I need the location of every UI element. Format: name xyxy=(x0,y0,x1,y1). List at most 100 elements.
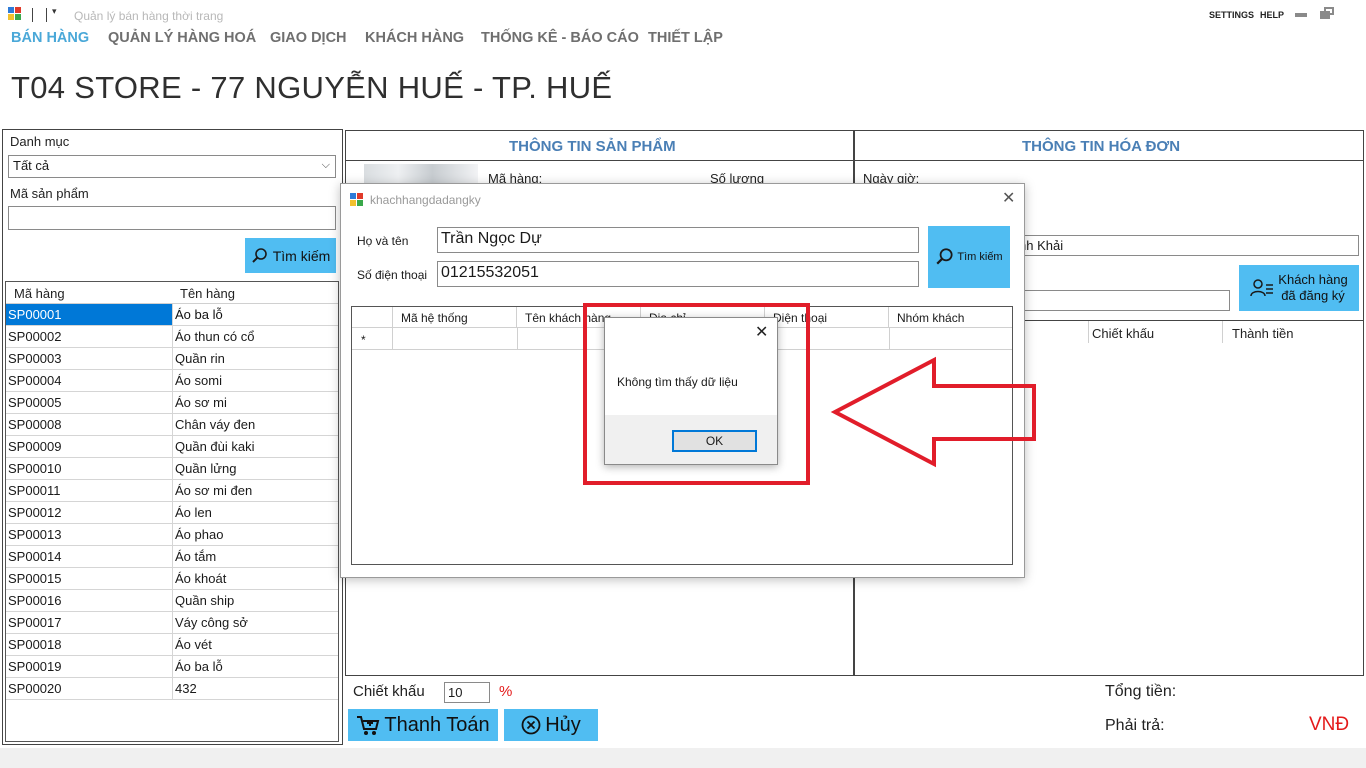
toolbar-separator xyxy=(46,8,47,22)
category-select[interactable]: Tất cả ⌵ xyxy=(8,155,336,178)
cell-product-name: Áo somi xyxy=(175,373,222,388)
table-row[interactable]: SP00019 Áo ba lỗ xyxy=(6,656,338,678)
restore-icon[interactable] xyxy=(1320,7,1334,19)
menu-khach-hang[interactable]: KHÁCH HÀNG xyxy=(365,30,464,46)
table-row[interactable]: SP00009 Quần đùi kaki xyxy=(6,436,338,458)
cell-product-code: SP00018 xyxy=(8,637,62,652)
product-code-input[interactable] xyxy=(8,206,336,230)
percent-sign: % xyxy=(499,683,513,700)
annotation-arrow-icon xyxy=(830,356,1036,468)
chevron-down-icon: ⌵ xyxy=(321,159,330,171)
table-row[interactable]: SP00011 Áo sơ mi đen xyxy=(6,480,338,502)
column-divider xyxy=(172,590,173,612)
column-divider xyxy=(172,524,173,546)
table-body: SP00001 Áo ba lỗ SP00002 Áo thun có cổ SP000… xyxy=(6,304,338,700)
customer-search-label: Tìm kiếm xyxy=(957,251,1003,263)
column-divider xyxy=(172,656,173,678)
column-divider xyxy=(1088,321,1089,343)
menu-ban-hang[interactable]: BÁN HÀNG xyxy=(11,30,89,46)
cell-product-code: SP00017 xyxy=(8,615,62,630)
cell-product-code: SP00009 xyxy=(8,439,62,454)
invoice-note-field[interactable] xyxy=(1014,290,1230,311)
column-header-code[interactable]: Mã hàng xyxy=(14,286,65,301)
cell-product-name: Áo vét xyxy=(175,637,212,652)
dialog-title: khachhangdadangky xyxy=(370,193,481,207)
quick-access-dropdown-icon[interactable]: ▾ xyxy=(52,6,57,17)
invoice-title: THÔNG TIN HÓA ĐƠN xyxy=(1022,138,1181,155)
customer-search-button[interactable]: Tìm kiếm xyxy=(928,226,1010,288)
cell-product-code: SP00001 xyxy=(8,307,62,322)
menu-thiet-lap[interactable]: THIẾT LẬP xyxy=(648,30,723,46)
column-header-customer-group[interactable]: Nhóm khách xyxy=(889,307,1012,328)
cell-product-name: Áo tắm xyxy=(175,549,217,564)
menu-quan-ly-hang-hoa[interactable]: QUẢN LÝ HÀNG HOÁ xyxy=(108,30,256,46)
window-title: Quản lý bán hàng thời trang xyxy=(74,9,224,23)
dialog-close-icon[interactable]: ✕ xyxy=(1002,188,1015,208)
table-row[interactable]: SP00010 Quần lửng xyxy=(6,458,338,480)
column-header-name[interactable]: Tên hàng xyxy=(180,286,235,301)
column-divider xyxy=(172,546,173,568)
cell-product-code: SP00014 xyxy=(8,549,62,564)
message-box-close-icon[interactable]: ✕ xyxy=(755,322,768,342)
customer-name-field[interactable]: nh Khải xyxy=(1014,235,1359,256)
table-row[interactable]: SP00015 Áo khoát xyxy=(6,568,338,590)
cell-product-name: Quần lửng xyxy=(175,461,237,476)
phone-input[interactable]: 01215532051 xyxy=(437,261,919,287)
minimize-icon[interactable] xyxy=(1295,13,1307,17)
product-search-panel: Danh mục Tất cả ⌵ Mã sản phẩm Tìm kiếm M… xyxy=(2,129,343,745)
total-label: Tổng tiền: xyxy=(1105,683,1177,700)
table-row[interactable]: SP00005 Áo sơ mi xyxy=(6,392,338,414)
cell-product-code: SP00012 xyxy=(8,505,62,520)
column-divider xyxy=(172,612,173,634)
name-label: Họ và tên xyxy=(357,234,409,248)
table-row[interactable]: SP00003 Quần rin xyxy=(6,348,338,370)
customer-name-input[interactable]: Trần Ngọc Dự xyxy=(437,227,919,253)
table-row[interactable]: SP00018 Áo vét xyxy=(6,634,338,656)
table-row[interactable]: SP00012 Áo len xyxy=(6,502,338,524)
category-value: Tất cả xyxy=(13,158,50,173)
cell-product-name: Chân váy đen xyxy=(175,417,256,432)
product-search-button[interactable]: Tìm kiếm xyxy=(245,238,336,273)
cell-product-name: Áo phao xyxy=(175,527,224,542)
column-divider xyxy=(172,634,173,656)
column-header-system-id[interactable]: Mã hệ thống xyxy=(393,307,517,328)
menu-thong-ke-bao-cao[interactable]: THỐNG KÊ - BÁO CÁO xyxy=(481,30,639,46)
column-divider xyxy=(172,436,173,458)
cell-product-name: Áo sơ mi đen xyxy=(175,483,253,498)
dialog-app-icon xyxy=(350,193,364,207)
table-header: Mã hàng Tên hàng xyxy=(6,282,338,304)
table-row[interactable]: SP00020 432 xyxy=(6,678,338,700)
registered-customer-button[interactable]: Khách hàng đã đăng ký xyxy=(1239,265,1359,311)
table-row[interactable]: SP00008 Chân váy đen xyxy=(6,414,338,436)
discount-input[interactable]: 10 xyxy=(444,682,490,703)
cell-product-name: Áo ba lỗ xyxy=(175,659,223,674)
column-divider xyxy=(172,480,173,502)
table-row[interactable]: SP00016 Quần ship xyxy=(6,590,338,612)
table-row[interactable]: SP00002 Áo thun có cổ xyxy=(6,326,338,348)
cell-product-code: SP00013 xyxy=(8,527,62,542)
column-header-discount[interactable]: Chiết khấu xyxy=(1092,326,1154,341)
column-divider xyxy=(172,348,173,370)
product-search-label: Tìm kiếm xyxy=(272,247,331,264)
table-row[interactable]: SP00017 Váy công sở xyxy=(6,612,338,634)
payable-label: Phải trả: xyxy=(1105,717,1165,734)
ok-button[interactable]: OK xyxy=(672,430,757,452)
cell-product-code: SP00002 xyxy=(8,329,62,344)
column-divider xyxy=(1222,321,1223,343)
menu-giao-dich[interactable]: GIAO DỊCH xyxy=(270,30,347,46)
table-row[interactable]: SP00004 Áo somi xyxy=(6,370,338,392)
registered-customer-label-2: đã đăng ký xyxy=(1281,288,1345,303)
settings-link[interactable]: SETTINGS xyxy=(1209,10,1254,20)
column-divider xyxy=(172,568,173,590)
table-row[interactable]: SP00014 Áo tắm xyxy=(6,546,338,568)
discount-label: Chiết khấu xyxy=(353,683,425,700)
row-header-corner xyxy=(352,307,393,328)
pay-button[interactable]: Thanh Toán xyxy=(348,709,498,741)
table-row[interactable]: SP00013 Áo phao xyxy=(6,524,338,546)
cancel-button[interactable]: Hủy xyxy=(504,709,598,741)
column-header-amount[interactable]: Thành tiền xyxy=(1232,326,1293,341)
currency-label: VNĐ xyxy=(1309,714,1350,735)
table-row[interactable]: SP00001 Áo ba lỗ xyxy=(6,304,338,326)
cancel-button-label: Hủy xyxy=(545,713,581,736)
help-link[interactable]: HELP xyxy=(1260,10,1284,20)
